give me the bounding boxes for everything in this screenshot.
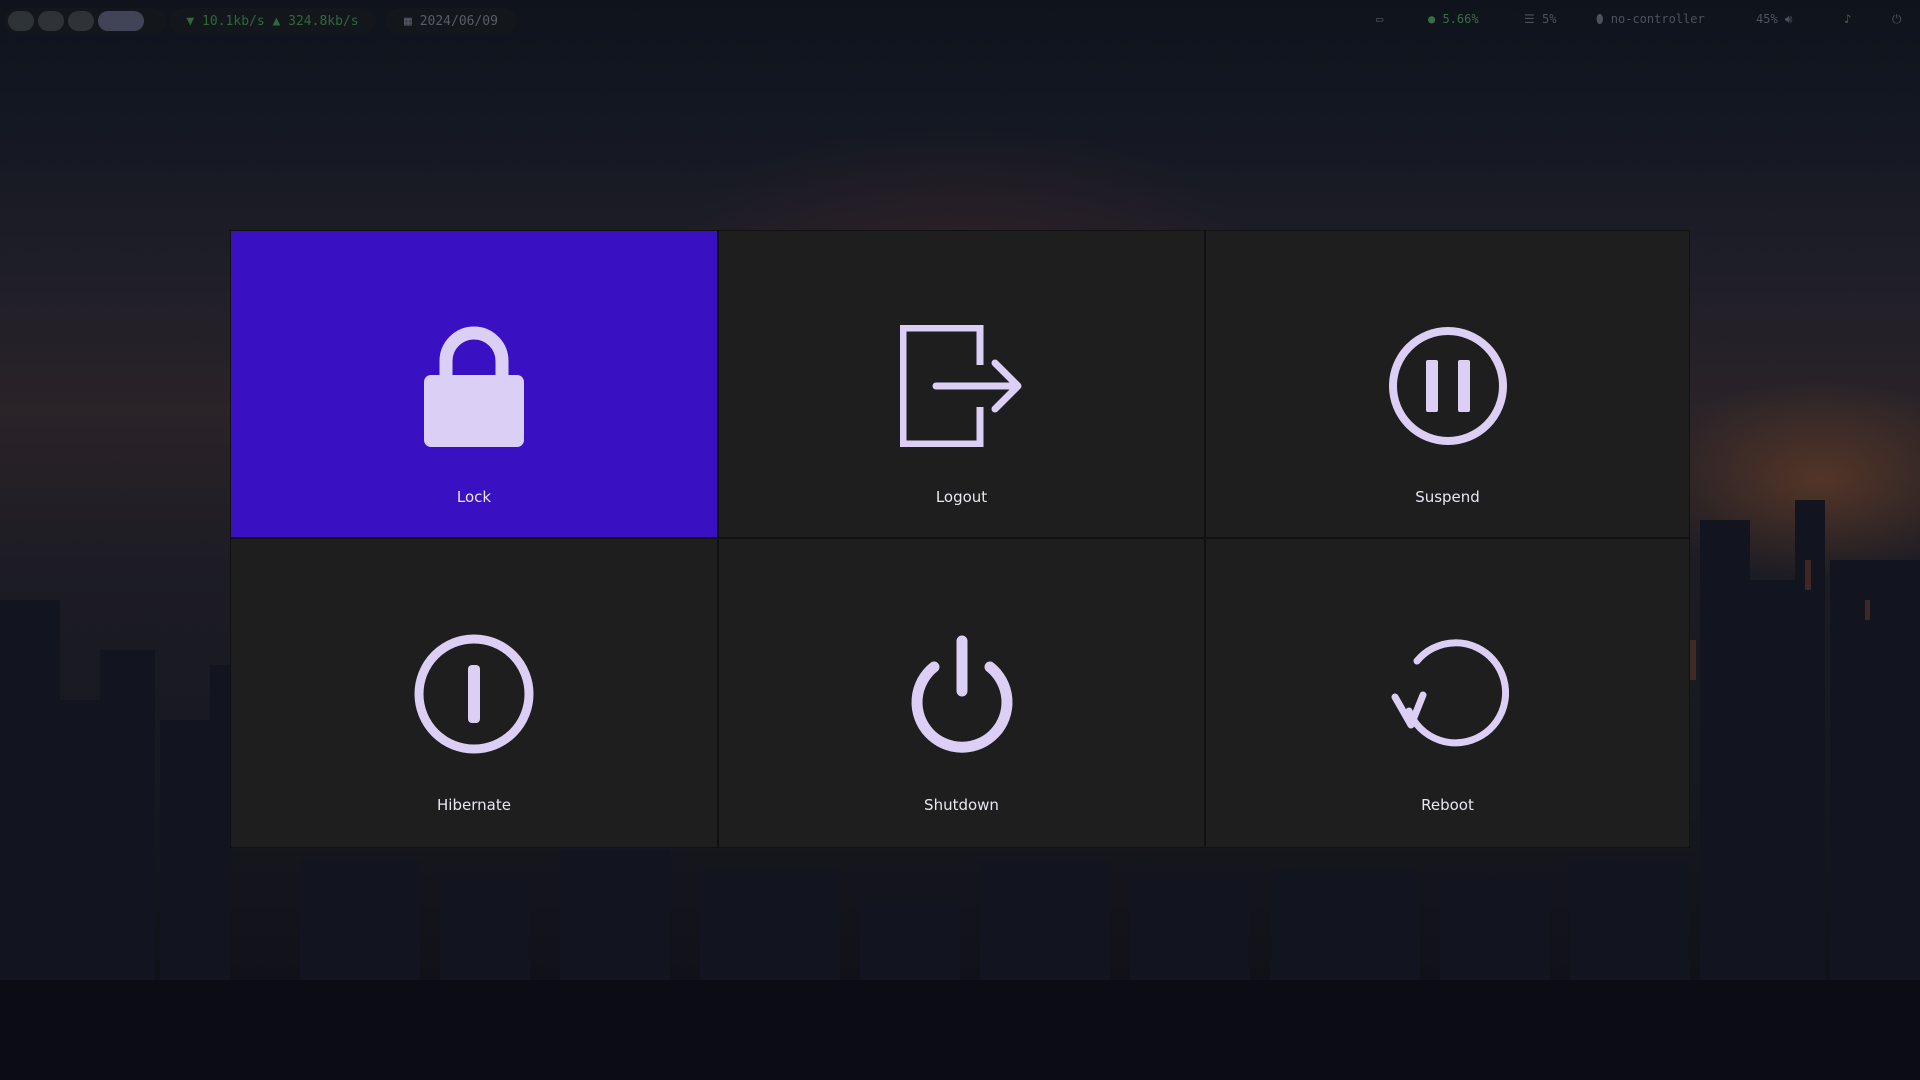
workspace-button[interactable] [8,11,34,31]
shutdown-label: Shutdown [924,796,999,814]
logout-button[interactable]: Logout [718,230,1205,538]
controller-status: ⬮ no-controller [1596,12,1705,27]
display-icon[interactable]: ▭ [1376,12,1383,26]
reboot-label: Reboot [1421,796,1474,814]
controller-text: no-controller [1610,12,1705,26]
date-text: 2024/06/09 [419,13,498,29]
power-menu-grid: Lock Logout Suspend Hibernate Shutdown R… [230,230,1690,848]
network-speed: ▼ 10.1kb/s ▲ 324.8kb/s [170,8,375,34]
notification-bell-icon[interactable]: ♪ [1844,12,1851,26]
power-menu-icon[interactable]: ⏻ [1892,12,1902,27]
logout-label: Logout [935,488,988,506]
logout-icon [899,325,1021,447]
cpu-text: 5.66% [1442,12,1479,26]
reboot-icon [1391,639,1509,747]
hibernate-button[interactable]: Hibernate [230,538,718,848]
calendar-icon: ▦ [404,13,420,29]
cpu-icon: ● [1428,12,1443,26]
pause-circle-icon [1388,327,1507,445]
controller-icon: ⬮ [1596,12,1611,26]
lock-label: Lock [456,488,492,506]
memory-icon: ☰ [1524,12,1542,26]
suspend-button[interactable]: Suspend [1205,230,1690,538]
workspace-switcher [4,8,166,34]
lock-button[interactable]: Lock [230,230,718,538]
cpu-usage: ● 5.66% [1428,12,1479,26]
reboot-button[interactable]: Reboot [1205,538,1690,848]
memory-text: 5% [1541,12,1557,26]
suspend-label: Suspend [1415,488,1480,506]
volume-control[interactable]: 45% 🔊︎ [1756,12,1792,27]
speaker-icon: 🔊︎ [1777,12,1793,26]
hibernate-label: Hibernate [437,796,511,814]
workspace-button-active[interactable] [98,11,144,31]
hibernate-icon [414,634,534,754]
status-bar: ▼ 10.1kb/s ▲ 324.8kb/s ▦ 2024/06/09 ▭ ● … [0,0,1920,42]
workspace-button[interactable] [38,11,64,31]
workspace-button[interactable] [68,11,94,31]
power-icon [911,635,1012,753]
lock-icon [424,326,524,447]
volume-text: 45% [1756,12,1778,26]
shutdown-button[interactable]: Shutdown [718,538,1205,848]
date-display: ▦ 2024/06/09 [386,8,516,34]
memory-usage: ☰ 5% [1524,12,1556,26]
